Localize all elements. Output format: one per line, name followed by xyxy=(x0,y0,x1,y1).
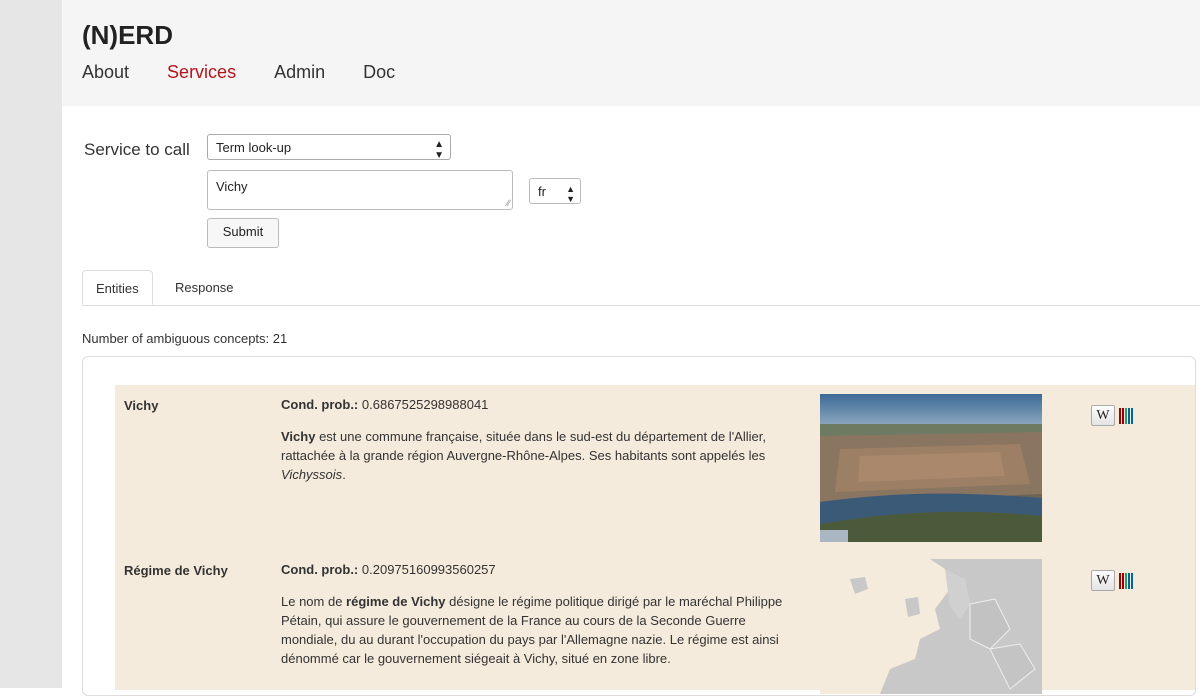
desc-italic: Vichyssois xyxy=(281,467,343,482)
left-gutter xyxy=(0,0,62,688)
brand-title: (N)ERD xyxy=(82,20,173,50)
entity-links: W xyxy=(1091,405,1134,426)
tab-entities[interactable]: Entities xyxy=(82,270,153,305)
submit-button[interactable]: Submit xyxy=(207,218,279,248)
select-arrow-icon: ▲ ▼ xyxy=(566,184,575,204)
wikidata-icon[interactable] xyxy=(1119,407,1134,424)
resize-grip-icon[interactable]: ∕∕ xyxy=(507,198,510,208)
desc-pre: Le nom de xyxy=(281,594,347,609)
nav-doc[interactable]: Doc xyxy=(363,62,395,83)
europe-map xyxy=(820,559,1042,694)
entity-image xyxy=(820,394,1042,542)
service-label: Service to call xyxy=(84,140,190,159)
service-select[interactable]: Term look-up ▲ ▼ xyxy=(207,134,451,161)
cond-prob-label: Cond. prob.: xyxy=(281,562,359,577)
entity-row: Vichy Cond. prob.: 0.6867525298988041 Vi… xyxy=(115,385,1195,550)
entity-description: Vichy est une commune française, située … xyxy=(281,427,801,484)
query-textarea[interactable]: Vichy ∕∕ xyxy=(207,170,513,210)
main-nav: About Services Admin Doc xyxy=(82,62,433,83)
nav-about[interactable]: About xyxy=(82,62,129,83)
aerial-city-photo xyxy=(820,394,1042,542)
entity-name: Régime de Vichy xyxy=(124,563,228,578)
header: (N)ERD About Services Admin Doc xyxy=(62,0,1200,106)
desc-bold: régime de Vichy xyxy=(346,594,446,609)
language-select[interactable]: fr ▲ ▼ xyxy=(529,178,581,204)
ambiguous-count: Number of ambiguous concepts: 21 xyxy=(82,331,288,346)
cond-prob: Cond. prob.: 0.6867525298988041 xyxy=(281,397,488,412)
result-tabs: Entities Response xyxy=(82,270,1200,306)
nav-services[interactable]: Services xyxy=(167,62,236,83)
wikidata-icon[interactable] xyxy=(1119,572,1134,589)
language-select-value: fr xyxy=(538,184,546,199)
desc-bold: Vichy xyxy=(281,429,316,444)
select-arrow-icon: ▲ ▼ xyxy=(434,139,444,161)
entity-image xyxy=(820,559,1042,694)
nav-admin[interactable]: Admin xyxy=(274,62,325,83)
desc-text: est une commune française, située dans l… xyxy=(281,429,766,463)
entity-name: Vichy xyxy=(124,398,159,413)
wikipedia-icon[interactable]: W xyxy=(1091,570,1115,591)
cond-prob-label: Cond. prob.: xyxy=(281,397,359,412)
tab-response[interactable]: Response xyxy=(162,270,247,305)
entity-description: Le nom de régime de Vichy désigne le rég… xyxy=(281,592,801,668)
query-value: Vichy xyxy=(216,179,248,194)
entity-row: Régime de Vichy Cond. prob.: 0.209751609… xyxy=(115,550,1195,694)
wikipedia-icon[interactable]: W xyxy=(1091,405,1115,426)
desc-end: . xyxy=(342,467,346,482)
service-select-value: Term look-up xyxy=(216,140,292,155)
cond-prob: Cond. prob.: 0.20975160993560257 xyxy=(281,562,496,577)
cond-prob-value: 0.20975160993560257 xyxy=(361,562,496,577)
cond-prob-value: 0.6867525298988041 xyxy=(361,397,489,412)
entity-links: W xyxy=(1091,570,1134,591)
